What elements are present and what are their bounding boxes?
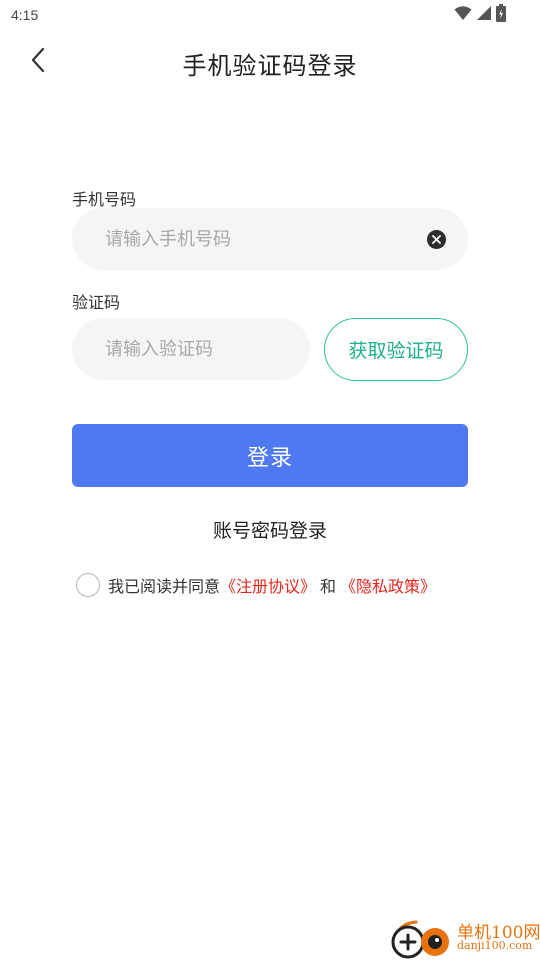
- status-icons: [454, 4, 506, 26]
- code-input-container: [72, 318, 310, 380]
- phone-input[interactable]: [72, 208, 468, 270]
- phone-input-container: [72, 208, 468, 270]
- get-code-button[interactable]: 获取验证码: [324, 318, 468, 381]
- agreement-row: 我已阅读并同意 《注册协议》 和 《隐私政策》: [76, 571, 436, 599]
- privacy-link[interactable]: 《隐私政策》: [340, 573, 436, 597]
- watermark-url: danji100.com: [457, 939, 533, 952]
- password-login-link[interactable]: 账号密码登录: [0, 516, 540, 543]
- agreement-text: 我已阅读并同意: [108, 577, 221, 596]
- signal-icon: [476, 5, 492, 25]
- code-label: 验证码: [72, 293, 121, 312]
- phone-label: 手机号码: [72, 190, 137, 209]
- terms-link[interactable]: 《注册协议》: [220, 573, 316, 597]
- login-button[interactable]: 登录: [72, 424, 468, 487]
- agreement-and: 和: [320, 577, 337, 596]
- watermark-logo-icon: [388, 916, 454, 964]
- code-input[interactable]: [72, 318, 310, 380]
- agree-checkbox[interactable]: [76, 573, 100, 597]
- wifi-icon: [454, 5, 472, 25]
- header: 手机验证码登录: [0, 32, 540, 92]
- clear-icon: [432, 235, 441, 244]
- status-time: 4:15: [11, 7, 39, 23]
- watermark: 单机100网 danji100.com: [388, 914, 540, 960]
- page-title: 手机验证码登录: [182, 52, 358, 80]
- battery-icon: [496, 4, 506, 26]
- clear-button[interactable]: [427, 230, 446, 249]
- status-bar: 4:15: [0, 0, 540, 32]
